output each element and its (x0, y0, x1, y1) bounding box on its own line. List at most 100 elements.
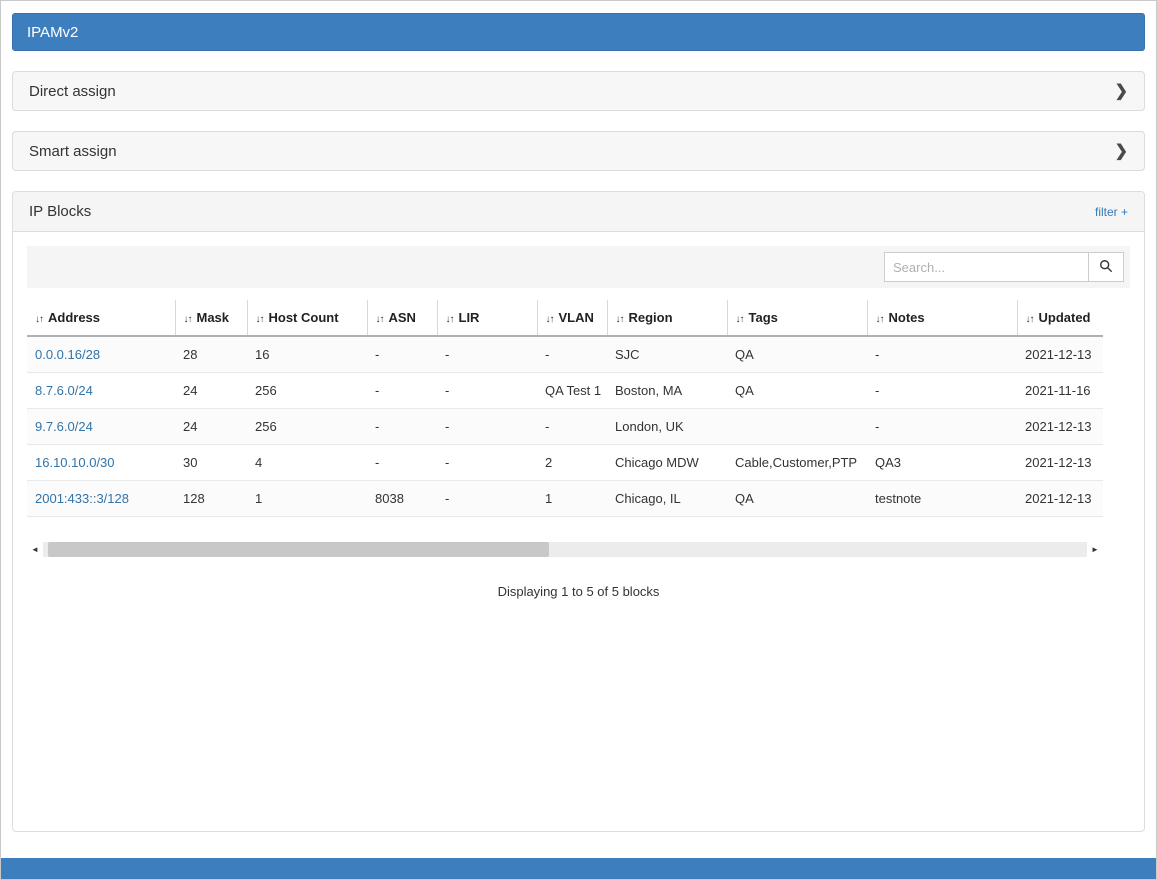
column-header-asn[interactable]: ↓↑ ASN (367, 300, 437, 336)
cell-vlan: 1 (537, 481, 607, 517)
sort-icon: ↓↑ (184, 314, 192, 325)
cell-notes: - (867, 373, 1017, 409)
sort-icon: ↓↑ (736, 314, 744, 325)
search-input[interactable] (884, 252, 1089, 282)
scroll-left-arrow-icon[interactable]: ◄ (27, 541, 43, 558)
cell-asn: 8038 (367, 481, 437, 517)
cell-lir: - (437, 445, 537, 481)
column-header-label: Region (629, 310, 673, 325)
panel-direct-assign[interactable]: Direct assign ❯ (12, 71, 1145, 111)
sort-icon: ↓↑ (446, 314, 454, 325)
column-header-label: Host Count (269, 310, 339, 325)
column-header-region[interactable]: ↓↑Region (607, 300, 727, 336)
filter-link[interactable]: filter + (1095, 205, 1128, 219)
column-header-notes[interactable]: ↓↑ Notes (867, 300, 1017, 336)
column-header-tags[interactable]: ↓↑ Tags (727, 300, 867, 336)
column-header-label: Notes (889, 310, 925, 325)
sort-icon: ↓↑ (546, 314, 554, 325)
cell-mask: 24 (175, 409, 247, 445)
cell-lir: - (437, 481, 537, 517)
column-header-label: VLAN (559, 310, 594, 325)
cell-updated: 2021-11-16 (1017, 373, 1103, 409)
cell-tags: QA (727, 373, 867, 409)
search-icon (1099, 259, 1113, 276)
ip-blocks-header: IP Blocks filter + (13, 192, 1144, 232)
horizontal-scrollbar[interactable]: ◄ ► (27, 541, 1103, 558)
table-row: 9.7.6.0/2424256---London, UK-2021-12-13 (27, 409, 1103, 445)
cell-address: 16.10.10.0/30 (27, 445, 175, 481)
cell-host-count: 16 (247, 336, 367, 373)
ip-blocks-body: ↓↑ Address ↓↑ Mask ↓↑ Host Count ↓↑ ASN ↓↑ LIR ↓↑ V… (13, 232, 1144, 613)
panel-smart-assign[interactable]: Smart assign ❯ (12, 131, 1145, 171)
column-header-updated[interactable]: ↓↑ Updated (1017, 300, 1103, 336)
app-title: IPAMv2 (27, 24, 78, 41)
column-header-mask[interactable]: ↓↑ Mask (175, 300, 247, 336)
sort-icon: ↓↑ (35, 314, 43, 325)
address-link[interactable]: 0.0.0.16/28 (35, 347, 100, 362)
cell-mask: 24 (175, 373, 247, 409)
column-header-lir[interactable]: ↓↑ LIR (437, 300, 537, 336)
cell-notes: - (867, 336, 1017, 373)
app-footer (1, 858, 1156, 879)
table-row: 0.0.0.16/282816---SJCQA-2021-12-13 (27, 336, 1103, 373)
column-header-label: Address (48, 310, 100, 325)
cell-address: 0.0.0.16/28 (27, 336, 175, 373)
sort-icon: ↓↑ (876, 314, 884, 325)
cell-region: Chicago, IL (607, 481, 727, 517)
cell-tags (727, 409, 867, 445)
cell-updated: 2021-12-13 (1017, 409, 1103, 445)
scrollbar-track[interactable] (43, 542, 1087, 557)
cell-lir: - (437, 373, 537, 409)
column-header-label: Tags (749, 310, 778, 325)
cell-vlan: 2 (537, 445, 607, 481)
cell-asn: - (367, 373, 437, 409)
cell-region: Boston, MA (607, 373, 727, 409)
cell-updated: 2021-12-13 (1017, 445, 1103, 481)
cell-region: Chicago MDW (607, 445, 727, 481)
cell-lir: - (437, 336, 537, 373)
column-header-host-count[interactable]: ↓↑ Host Count (247, 300, 367, 336)
cell-vlan: QA Test 1 (537, 373, 607, 409)
cell-address: 2001:433::3/128 (27, 481, 175, 517)
column-header-label: Mask (197, 310, 230, 325)
cell-asn: - (367, 336, 437, 373)
address-link[interactable]: 9.7.6.0/24 (35, 419, 93, 434)
cell-region: London, UK (607, 409, 727, 445)
cell-vlan: - (537, 336, 607, 373)
sort-icon: ↓↑ (256, 314, 264, 325)
ip-blocks-panel: IP Blocks filter + (12, 191, 1145, 832)
cell-tags: QA (727, 336, 867, 373)
cell-asn: - (367, 409, 437, 445)
column-header-label: ASN (389, 310, 416, 325)
address-link[interactable]: 2001:433::3/128 (35, 491, 129, 506)
sort-icon: ↓↑ (376, 314, 384, 325)
cell-updated: 2021-12-13 (1017, 336, 1103, 373)
column-header-label: LIR (459, 310, 480, 325)
scrollbar-thumb[interactable] (48, 542, 549, 557)
column-header-label: Updated (1039, 310, 1091, 325)
cell-tags: QA (727, 481, 867, 517)
cell-lir: - (437, 409, 537, 445)
table-row: 16.10.10.0/30304--2Chicago MDWCable,Cust… (27, 445, 1103, 481)
cell-notes: - (867, 409, 1017, 445)
cell-asn: - (367, 445, 437, 481)
page: IPAMv2 Direct assign ❯ Smart assign ❯ IP… (0, 0, 1157, 880)
column-header-vlan[interactable]: ↓↑ VLAN (537, 300, 607, 336)
address-link[interactable]: 8.7.6.0/24 (35, 383, 93, 398)
cell-mask: 28 (175, 336, 247, 373)
address-link[interactable]: 16.10.10.0/30 (35, 455, 115, 470)
cell-mask: 128 (175, 481, 247, 517)
table-toolbar (27, 246, 1130, 288)
search-button[interactable] (1088, 252, 1124, 282)
sort-icon: ↓↑ (1026, 314, 1034, 325)
scroll-right-arrow-icon[interactable]: ► (1087, 541, 1103, 558)
panel-smart-assign-label: Smart assign (29, 143, 117, 160)
cell-host-count: 4 (247, 445, 367, 481)
column-header-address[interactable]: ↓↑ Address (27, 300, 175, 336)
cell-address: 8.7.6.0/24 (27, 373, 175, 409)
ip-blocks-table: ↓↑ Address ↓↑ Mask ↓↑ Host Count ↓↑ ASN ↓↑ LIR ↓↑ V… (27, 300, 1103, 517)
page-content: IPAMv2 Direct assign ❯ Smart assign ❯ IP… (1, 1, 1156, 844)
cell-notes: testnote (867, 481, 1017, 517)
cell-tags: Cable,Customer,PTP (727, 445, 867, 481)
cell-host-count: 1 (247, 481, 367, 517)
